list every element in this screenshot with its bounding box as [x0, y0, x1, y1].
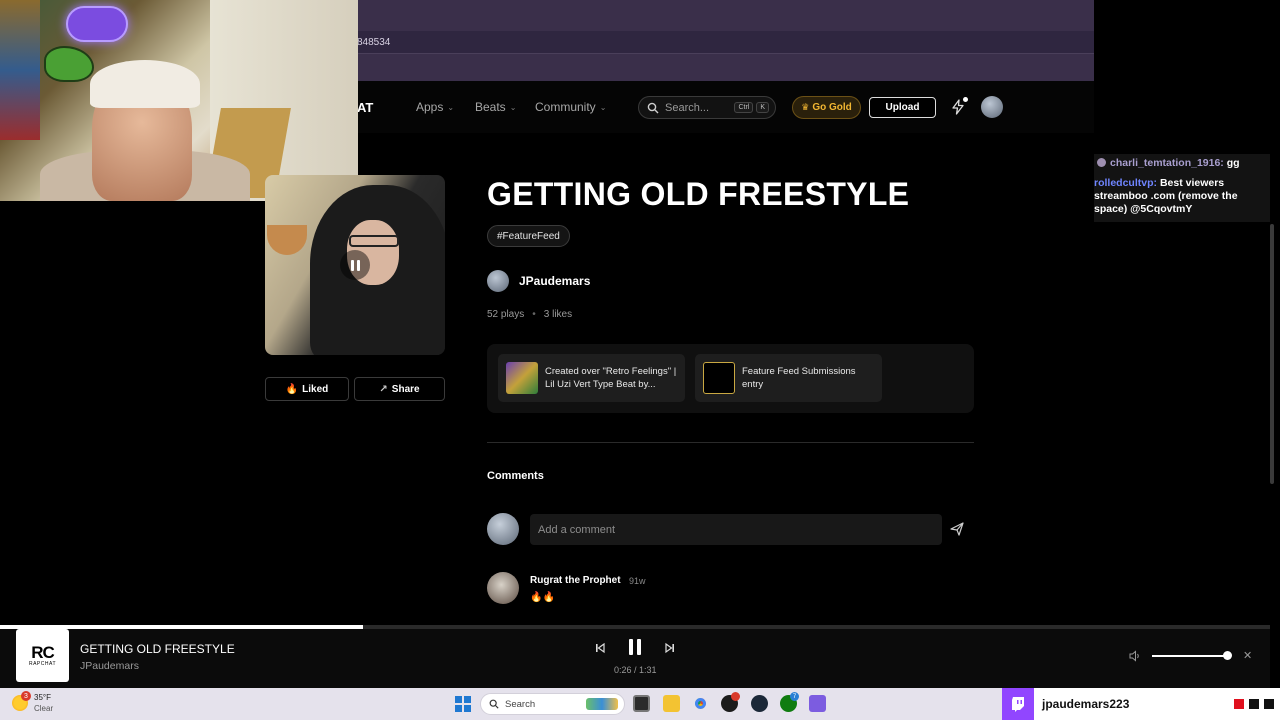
related-card[interactable]: Feature Feed Submissions entry — [695, 354, 882, 402]
site-logo[interactable]: AT — [357, 100, 373, 115]
shortcut-key: K — [756, 102, 769, 113]
comment-body: 🔥🔥 — [530, 592, 555, 603]
webcam-overlay — [0, 0, 358, 201]
comment-author[interactable]: Rugrat the Prophet — [530, 575, 621, 586]
playback-time: 0:26 / 1:31 — [614, 665, 657, 675]
search-icon — [647, 102, 659, 113]
author-name[interactable]: JPaudemars — [519, 274, 590, 288]
gamepad-neon-sign — [66, 6, 128, 42]
share-button[interactable]: ↗ Share — [354, 377, 445, 401]
comment-avatar[interactable] — [487, 572, 519, 604]
close-icon[interactable]: ✕ — [1243, 649, 1252, 662]
nav-community-label: Community — [535, 100, 596, 114]
related-thumbnail — [703, 362, 735, 394]
send-icon[interactable] — [949, 521, 965, 537]
liked-button[interactable]: 🔥 Liked — [265, 377, 349, 401]
comment-input[interactable] — [530, 514, 942, 545]
chevron-down-icon: ⌄ — [447, 102, 455, 112]
go-gold-label: Go Gold — [812, 102, 852, 113]
weather-badge: 3 — [21, 691, 31, 701]
fire-icon: 🔥 — [285, 383, 299, 395]
chrome-icon[interactable] — [692, 695, 709, 712]
upload-button[interactable]: Upload — [869, 97, 936, 118]
pause-icon[interactable] — [340, 250, 370, 280]
chat-username: rolledcultvp: — [1094, 177, 1158, 189]
search-input[interactable]: Search... Ctrl K — [638, 96, 776, 119]
nav-community[interactable]: Community ⌄ — [535, 100, 606, 114]
notification-badge — [731, 692, 740, 701]
xbox-badge: 7 — [790, 692, 799, 701]
weather-temp[interactable]: 35°F — [34, 693, 51, 702]
chevron-down-icon: ⌄ — [509, 102, 517, 112]
user-avatar[interactable] — [981, 96, 1003, 118]
chat-message: rolledcultvp: Best viewers streamboo .co… — [1094, 177, 1268, 216]
task-view-icon[interactable] — [633, 695, 650, 712]
chat-message: charli_temtation_1916: gg — [1097, 157, 1240, 170]
taskbar-search[interactable]: Search — [480, 693, 625, 715]
search-icon — [489, 699, 499, 709]
related-thumbnail — [506, 362, 538, 394]
nav-apps[interactable]: Apps ⌄ — [416, 100, 454, 114]
track-stats: 52 plays • 3 likes — [487, 309, 572, 320]
related-card-text: Created over "Retro Feelings" | Lil Uzi … — [545, 366, 677, 390]
scrollbar[interactable] — [1270, 224, 1274, 484]
previous-icon[interactable] — [593, 641, 607, 655]
nav-beats[interactable]: Beats ⌄ — [475, 100, 516, 114]
twitch-icon — [1002, 688, 1034, 720]
pause-button[interactable] — [626, 639, 644, 657]
steam-icon[interactable] — [751, 695, 768, 712]
search-highlight-image — [586, 698, 618, 710]
address-url-text[interactable]: 848534 — [357, 37, 390, 48]
crown-icon: ♛ — [801, 102, 810, 112]
likes-count: 3 likes — [543, 309, 573, 320]
player-artwork[interactable]: RC RAPCHAT — [16, 629, 69, 682]
weather-condition[interactable]: Clear — [34, 704, 53, 713]
share-label: Share — [391, 383, 420, 395]
track-artwork[interactable] — [265, 175, 445, 355]
nav-beats-label: Beats — [475, 100, 506, 114]
rapchat-wordmark: RAPCHAT — [28, 661, 57, 667]
current-user-avatar — [487, 513, 519, 545]
share-icon: ↗ — [379, 383, 388, 395]
taskbar-search-placeholder: Search — [505, 698, 536, 710]
liked-label: Liked — [302, 383, 329, 395]
stream-chat-overlay: charli_temtation_1916: gg rolledcultvp: … — [1094, 154, 1270, 222]
volume-slider[interactable] — [1152, 655, 1228, 657]
chevron-down-icon: ⌄ — [599, 102, 607, 112]
divider — [487, 442, 974, 443]
hashtag-chip[interactable]: #FeatureFeed — [487, 225, 570, 247]
shortcut-key: Ctrl — [734, 102, 754, 113]
volume-icon[interactable] — [1128, 649, 1142, 663]
volume-slider-handle[interactable] — [1223, 651, 1232, 660]
related-card[interactable]: Created over "Retro Feelings" | Lil Uzi … — [498, 354, 685, 402]
nav-apps-label: Apps — [416, 100, 444, 114]
chat-username: charli_temtation_1916: — [1110, 157, 1224, 169]
windows-start-icon[interactable] — [455, 696, 471, 712]
comment-time: 91w — [629, 576, 646, 586]
go-gold-button[interactable]: ♛ Go Gold — [792, 96, 861, 119]
app-grid-icon[interactable] — [809, 695, 826, 712]
chat-badge-icon — [1097, 158, 1106, 167]
notification-dot — [963, 97, 968, 102]
page-title: GETTING OLD FREESTYLE — [487, 176, 910, 212]
related-card-text: Feature Feed Submissions entry — [742, 366, 856, 390]
decor-square — [1234, 699, 1244, 709]
search-placeholder: Search... — [665, 101, 710, 114]
chat-text: gg — [1226, 157, 1240, 169]
decor-square — [1249, 699, 1259, 709]
separator-dot: • — [532, 309, 536, 320]
comments-heading: Comments — [487, 470, 544, 482]
twitch-username: jpaudemars223 — [1042, 697, 1130, 711]
plays-count: 52 plays — [487, 309, 525, 320]
rapchat-logo: RC — [31, 643, 55, 662]
next-icon[interactable] — [663, 641, 677, 655]
player-artist[interactable]: JPaudemars — [80, 660, 139, 672]
player-bar — [0, 629, 1270, 688]
decor-square — [1264, 699, 1274, 709]
author-avatar[interactable] — [487, 270, 509, 292]
file-explorer-icon[interactable] — [663, 695, 680, 712]
player-track-title[interactable]: GETTING OLD FREESTYLE — [80, 642, 235, 656]
